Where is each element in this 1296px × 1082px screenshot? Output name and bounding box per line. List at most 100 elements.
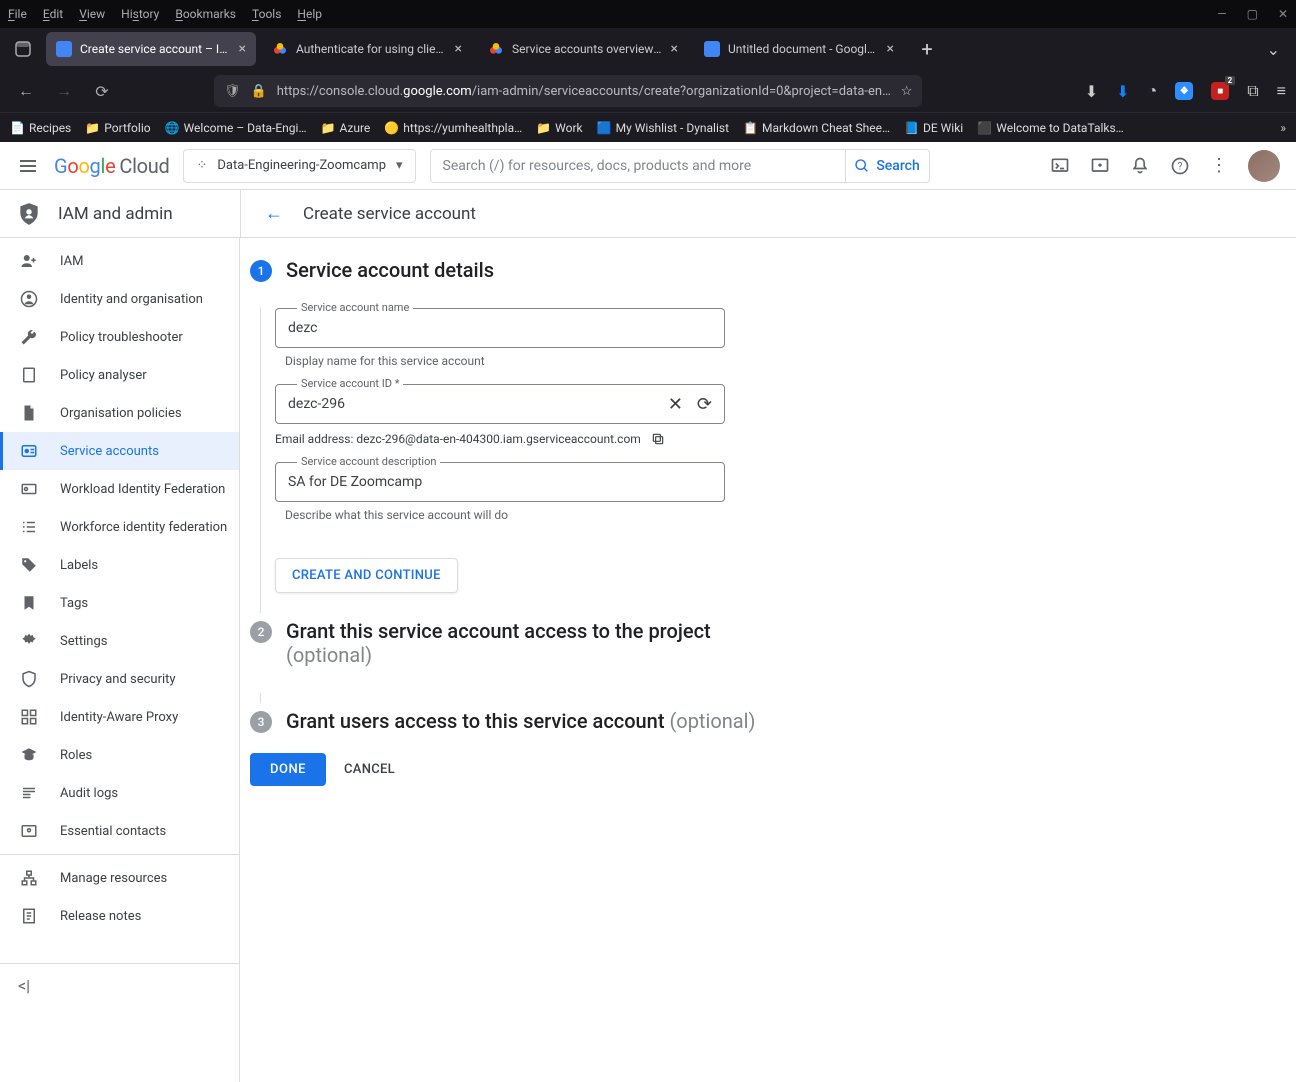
bookmark-star-icon[interactable]: ☆	[901, 84, 913, 99]
bookmark-item[interactable]: ⬛Welcome to DataTalks…	[977, 121, 1123, 135]
user-avatar[interactable]	[1248, 150, 1280, 182]
done-button[interactable]: DONE	[250, 753, 326, 786]
app-menu-icon[interactable]: ≡	[1277, 81, 1286, 101]
sidenav-item-tags[interactable]: Tags	[0, 584, 239, 622]
back-button[interactable]: ←	[10, 75, 42, 107]
tracking-protection-icon[interactable]: 🛡	[224, 84, 241, 99]
window-maximize-icon[interactable]: ▢	[1247, 7, 1258, 21]
google-cloud-logo[interactable]: GoogleCloud	[54, 154, 169, 178]
navigation-menu-icon[interactable]	[16, 154, 40, 178]
close-tab-icon[interactable]: ×	[887, 41, 894, 57]
bookmark-item[interactable]: 📘DE Wiki	[904, 121, 963, 135]
sidenav-label: Release notes	[60, 909, 141, 924]
menu-help[interactable]: Help	[297, 7, 322, 21]
downloads-icon[interactable]: ⬇	[1116, 82, 1129, 101]
reload-button[interactable]: ⟳	[86, 75, 118, 107]
cancel-button[interactable]: CANCEL	[344, 762, 395, 777]
menu-view[interactable]: View	[79, 7, 105, 21]
bookmarks-overflow-icon[interactable]: »	[1280, 121, 1286, 135]
sidenav-item-workforce-identity-federation[interactable]: Workforce identity federation	[0, 508, 239, 546]
more-icon[interactable]: ⋮	[1210, 155, 1228, 176]
sidenav-item-audit-logs[interactable]: Audit logs	[0, 774, 239, 812]
bookmark-item[interactable]: 📄Recipes	[10, 121, 71, 135]
id-label: Service account ID *	[297, 377, 403, 390]
sidenav-item-settings[interactable]: Settings	[0, 622, 239, 660]
back-arrow-icon[interactable]: ←	[265, 203, 283, 224]
menu-bookmarks[interactable]: Bookmarks	[175, 7, 236, 21]
search-button[interactable]: Search	[845, 150, 929, 182]
badge-icon	[20, 442, 40, 460]
window-close-icon[interactable]: ✕	[1278, 7, 1288, 21]
tab-list-dropdown-icon[interactable]: ⌄	[1257, 40, 1290, 59]
search-input[interactable]: Search (/) for resources, docs, products…	[431, 150, 845, 182]
project-picker[interactable]: ⁘ Data-Engineering-Zoomcamp ▾	[183, 149, 415, 183]
sidenav-label: Policy troubleshooter	[60, 330, 183, 345]
lock-icon[interactable]: 🔒	[251, 84, 267, 99]
sidenav-item-privacy-and-security[interactable]: Privacy and security	[0, 660, 239, 698]
bookmark-item[interactable]: 📁Portfolio	[85, 121, 150, 135]
sidenav-item-roles[interactable]: Roles	[0, 736, 239, 774]
service-account-id-input[interactable]	[288, 396, 668, 412]
pocket-icon[interactable]: ⬇︎	[1085, 82, 1098, 101]
create-and-continue-button[interactable]: CREATE AND CONTINUE	[275, 558, 458, 593]
address-bar[interactable]: 🛡 🔒 https://console.cloud.google.com/iam…	[214, 75, 922, 107]
close-tab-icon[interactable]: ×	[455, 41, 462, 57]
service-account-name-input[interactable]	[288, 320, 712, 336]
extension-icon-1[interactable]: ❖	[1175, 82, 1193, 100]
sidenav-item-organisation-policies[interactable]: Organisation policies	[0, 394, 239, 432]
firefox-view-icon[interactable]	[6, 32, 40, 66]
bookmark-item[interactable]: 📁Azure	[320, 121, 370, 135]
sidenav-item-manage-resources[interactable]: Manage resources	[0, 859, 239, 897]
menu-tools[interactable]: Tools	[252, 7, 281, 21]
browser-tab[interactable]: Untitled document - Google Do×	[694, 32, 904, 66]
project-icon: ⁘	[196, 158, 207, 173]
sidenav-item-iam[interactable]: IAM	[0, 242, 239, 280]
close-tab-icon[interactable]: ×	[671, 41, 678, 57]
refresh-id-icon[interactable]: ⟳	[697, 394, 712, 415]
sidenav-label: Organisation policies	[60, 406, 182, 421]
sidenav-label: Tags	[60, 596, 88, 611]
account-icon[interactable]: ◔	[1148, 81, 1158, 101]
notifications-icon[interactable]	[1130, 156, 1150, 176]
sidenav-item-policy-troubleshooter[interactable]: Policy troubleshooter	[0, 318, 239, 356]
menu-edit[interactable]: Edit	[43, 7, 63, 21]
bookmark-item[interactable]: 📋Markdown Cheat Shee…	[743, 121, 890, 135]
sidenav-item-policy-analyser[interactable]: Policy analyser	[0, 356, 239, 394]
extension-icon-2[interactable]: ■2	[1211, 82, 1229, 100]
sidenav-item-essential-contacts[interactable]: Essential contacts	[0, 812, 239, 850]
window-minimize-icon[interactable]: —	[1217, 7, 1226, 21]
new-tab-button[interactable]: +	[910, 32, 944, 66]
bookmark-item[interactable]: 🟡https://yumhealthpla…	[384, 121, 522, 135]
sidenav-label: Labels	[60, 558, 98, 573]
sidenav-item-workload-identity-federation[interactable]: Workload Identity Federation	[0, 470, 239, 508]
sidenav-item-service-accounts[interactable]: Service accounts	[0, 432, 239, 470]
bookmark-item[interactable]: 📁Work	[536, 121, 582, 135]
browser-tab[interactable]: Authenticate for using client lib×	[262, 32, 472, 66]
browser-tab[interactable]: Service accounts overview | IA×	[478, 32, 688, 66]
menu-file[interactable]: File	[8, 7, 27, 21]
sidenav-item-labels[interactable]: Labels	[0, 546, 239, 584]
wrench-icon	[20, 328, 40, 346]
copy-email-icon[interactable]	[651, 432, 665, 446]
sidenav-item-identity-and-organisation[interactable]: Identity and organisation	[0, 280, 239, 318]
person-add-icon	[20, 252, 40, 270]
sidenav-item-identity-aware-proxy[interactable]: Identity-Aware Proxy	[0, 698, 239, 736]
step-1-indicator: 1	[250, 260, 272, 282]
clear-id-icon[interactable]: ✕	[668, 394, 683, 415]
browser-tab[interactable]: Create service account – IAM an×	[46, 32, 256, 66]
sidenav-label: Privacy and security	[60, 672, 176, 687]
bookmark-item[interactable]: 🌐Welcome – Data-Engi…	[165, 121, 307, 135]
extensions-icon[interactable]: ⧉	[1247, 81, 1258, 101]
help-icon[interactable]: ?	[1170, 156, 1190, 176]
cloud-shell-icon[interactable]	[1050, 156, 1070, 176]
sidenav-item-release-notes[interactable]: Release notes	[0, 897, 239, 935]
feedback-icon[interactable]	[1090, 156, 1110, 176]
service-account-description-input[interactable]	[288, 474, 712, 490]
menu-history[interactable]: History	[121, 7, 159, 21]
gear-icon	[20, 632, 40, 650]
svg-text:?: ?	[1178, 161, 1183, 172]
close-tab-icon[interactable]: ×	[239, 41, 246, 57]
collapse-sidenav-button[interactable]: <|	[0, 963, 239, 1007]
page-title: Create service account	[303, 204, 476, 224]
bookmark-item[interactable]: 🟦My Wishlist - Dynalist	[597, 121, 729, 135]
